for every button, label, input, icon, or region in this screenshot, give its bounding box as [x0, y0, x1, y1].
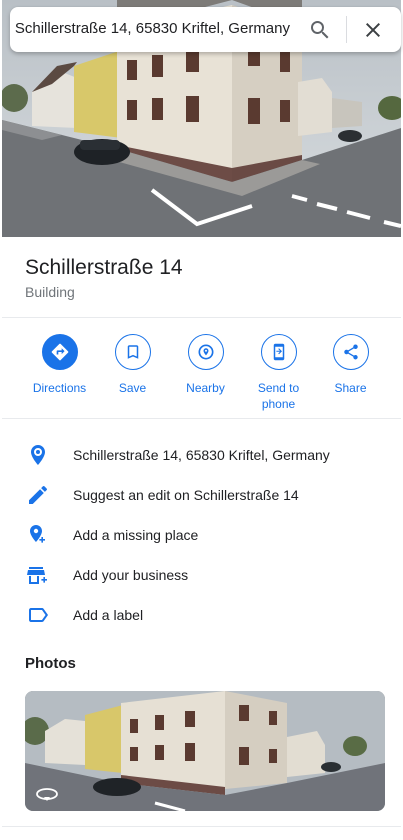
address-row[interactable]: Schillerstraße 14, 65830 Kriftel, German…	[2, 435, 401, 475]
save-label: Save	[118, 381, 147, 395]
divider	[2, 418, 401, 419]
divider	[2, 317, 401, 318]
add-label-text: Add a label	[73, 607, 144, 623]
add-missing-place-row[interactable]: Add a missing place	[2, 515, 401, 555]
add-location-icon	[26, 523, 50, 547]
directions-label: Directions	[32, 381, 87, 395]
search-bar[interactable]: Schillerstraße 14, 65830 Kriftel, German…	[10, 7, 401, 52]
pencil-icon	[26, 483, 50, 507]
street-view-thumbnail[interactable]	[25, 691, 385, 811]
share-label: Share	[334, 381, 367, 395]
street-view-icon	[35, 785, 59, 803]
nearby-button[interactable]: Nearby	[169, 334, 242, 396]
share-button[interactable]: Share	[314, 334, 387, 396]
directions-button[interactable]: Directions	[23, 334, 96, 396]
send-to-phone-icon	[260, 334, 297, 370]
save-button[interactable]: Save	[96, 334, 169, 396]
bookmark-icon	[114, 334, 151, 370]
add-business-row[interactable]: Add your business	[2, 555, 401, 595]
address-text: Schillerstraße 14, 65830 Kriftel, German…	[73, 447, 330, 463]
share-icon	[332, 334, 369, 370]
search-divider	[346, 16, 347, 43]
nearby-icon	[187, 334, 224, 370]
search-input[interactable]: Schillerstraße 14, 65830 Kriftel, German…	[10, 7, 300, 52]
place-category[interactable]: Building	[25, 284, 75, 300]
add-missing-place-text: Add a missing place	[73, 527, 199, 543]
add-business-text: Add your business	[73, 567, 189, 583]
action-bar: Directions Save Nearby Send to phone Sha…	[2, 334, 401, 414]
search-icon[interactable]	[308, 18, 332, 42]
suggest-edit-row[interactable]: Suggest an edit on Schillerstraße 14	[2, 475, 401, 515]
add-business-icon	[26, 563, 50, 587]
photos-heading: Photos	[25, 655, 76, 672]
place-title: Schillerstraße 14	[25, 256, 183, 279]
location-pin-icon	[26, 443, 50, 467]
close-icon[interactable]	[361, 18, 385, 42]
suggest-edit-text: Suggest an edit on Schillerstraße 14	[73, 487, 299, 503]
add-label-row[interactable]: Add a label	[2, 595, 401, 635]
nearby-label: Nearby	[186, 381, 225, 395]
directions-icon	[41, 334, 78, 370]
divider	[2, 826, 401, 827]
search-input-value: Schillerstraße 14, 65830 Kriftel, German…	[14, 20, 290, 37]
send-to-phone-label: Send to phone	[257, 381, 300, 411]
label-icon	[26, 603, 50, 627]
send-to-phone-button[interactable]: Send to phone	[242, 334, 315, 412]
